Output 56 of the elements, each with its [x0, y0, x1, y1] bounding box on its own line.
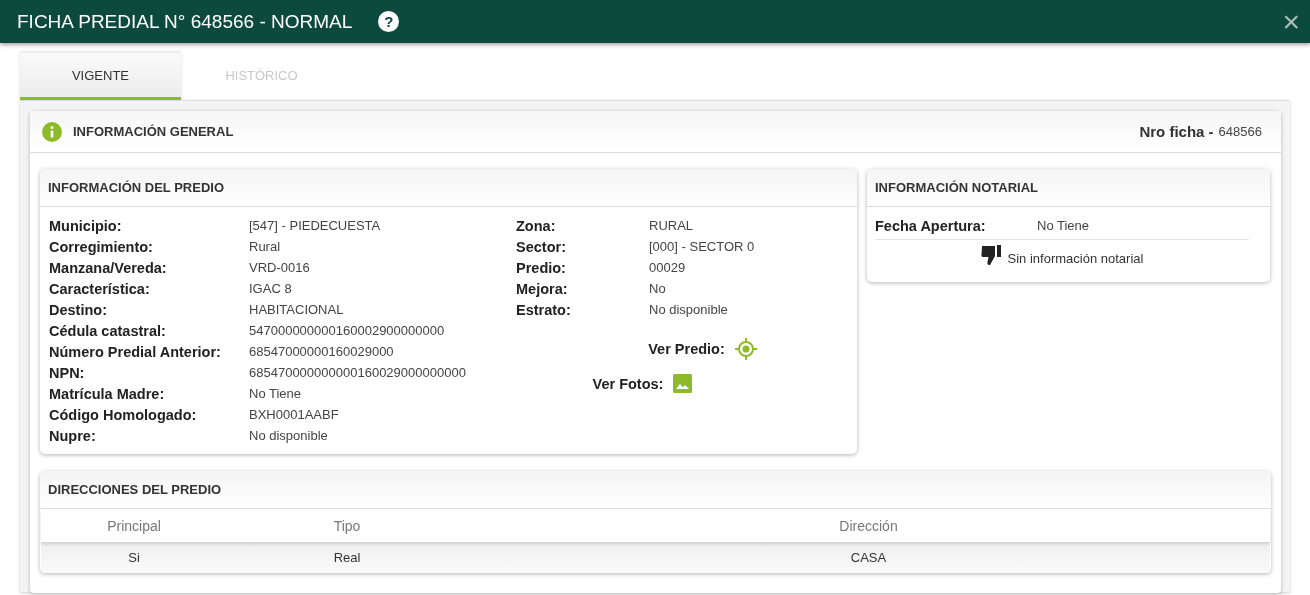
field-value: Rural [249, 239, 282, 254]
link-label: Ver Fotos: [592, 375, 664, 392]
field-label: Código Homologado: [49, 406, 198, 423]
field-label: Fecha Apertura: [875, 217, 987, 234]
section-title: INFORMACIÓN DEL PREDIO [48, 180, 224, 195]
field-label: Estrato: [516, 301, 572, 318]
field-value: No disponible [649, 302, 729, 317]
field-value: No Tiene [1037, 218, 1091, 233]
field-value: [547] - PIEDECUESTA [249, 218, 382, 233]
field-value: No [649, 281, 667, 296]
field-value: RURAL [649, 218, 695, 233]
field-value: BXH0001AABF [249, 407, 340, 422]
field-value: HABITACIONAL [249, 302, 345, 317]
field-label: Destino: [49, 301, 108, 318]
column-header: Dirección [838, 517, 899, 534]
close-button[interactable]: × [1278, 6, 1304, 37]
field-value: 00029 [649, 260, 687, 275]
field-label: Número Predial Anterior: [49, 343, 222, 360]
field-value: No Tiene [249, 386, 303, 401]
image-icon [673, 374, 693, 393]
link-label: Ver Predio: [648, 341, 725, 357]
column-header: Principal [106, 517, 162, 534]
field-label: Sector: [516, 238, 567, 255]
field-value: 547000000000160002900000000 [249, 323, 446, 338]
field-value: VRD-0016 [249, 260, 311, 275]
window-title: FICHA PREDIAL N° 648566 - NORMAL [17, 10, 353, 33]
column-header: Tipo [332, 517, 362, 534]
info-icon [42, 121, 62, 142]
field-label: Municipio: [49, 217, 123, 234]
field-value: No disponible [249, 428, 329, 443]
field-label: Matrícula Madre: [49, 385, 166, 402]
field-value: 648566 [1218, 124, 1262, 139]
field-label: Zona: [516, 217, 557, 234]
table-cell-text: CASA [849, 550, 888, 565]
field-label: Mejora: [516, 280, 569, 297]
section-title: INFORMACIÓN GENERAL [73, 124, 234, 139]
table-cell-text: Si [127, 550, 141, 565]
field-label: Cédula catastral: [49, 322, 167, 339]
section-title: DIRECCIONES DEL PREDIO [48, 482, 222, 497]
field-value: IGAC 8 [249, 281, 293, 296]
field-label: Corregimiento: [49, 238, 154, 255]
field-value: [000] - SECTOR 0 [649, 239, 756, 254]
field-label: Nro ficha - [1139, 123, 1214, 140]
empty-message: Sin información notarial [1007, 251, 1144, 266]
target-icon [734, 338, 757, 360]
field-value: 68547000000160029000 [249, 344, 395, 359]
section-title: INFORMACIÓN NOTARIAL [875, 180, 1038, 195]
tab[interactable]: VIGENTE [20, 53, 181, 100]
field-label: NPN: [49, 364, 86, 381]
field-label: Manzana/Vereda: [49, 259, 168, 276]
field-value: 685470000000000160029000000000 [249, 365, 467, 380]
field-label: Nupre: [49, 427, 97, 444]
field-label: Predio: [516, 259, 567, 276]
table-cell-text: Real [332, 550, 362, 565]
help-icon[interactable]: ? [378, 11, 400, 32]
field-label: Característica: [49, 280, 151, 297]
